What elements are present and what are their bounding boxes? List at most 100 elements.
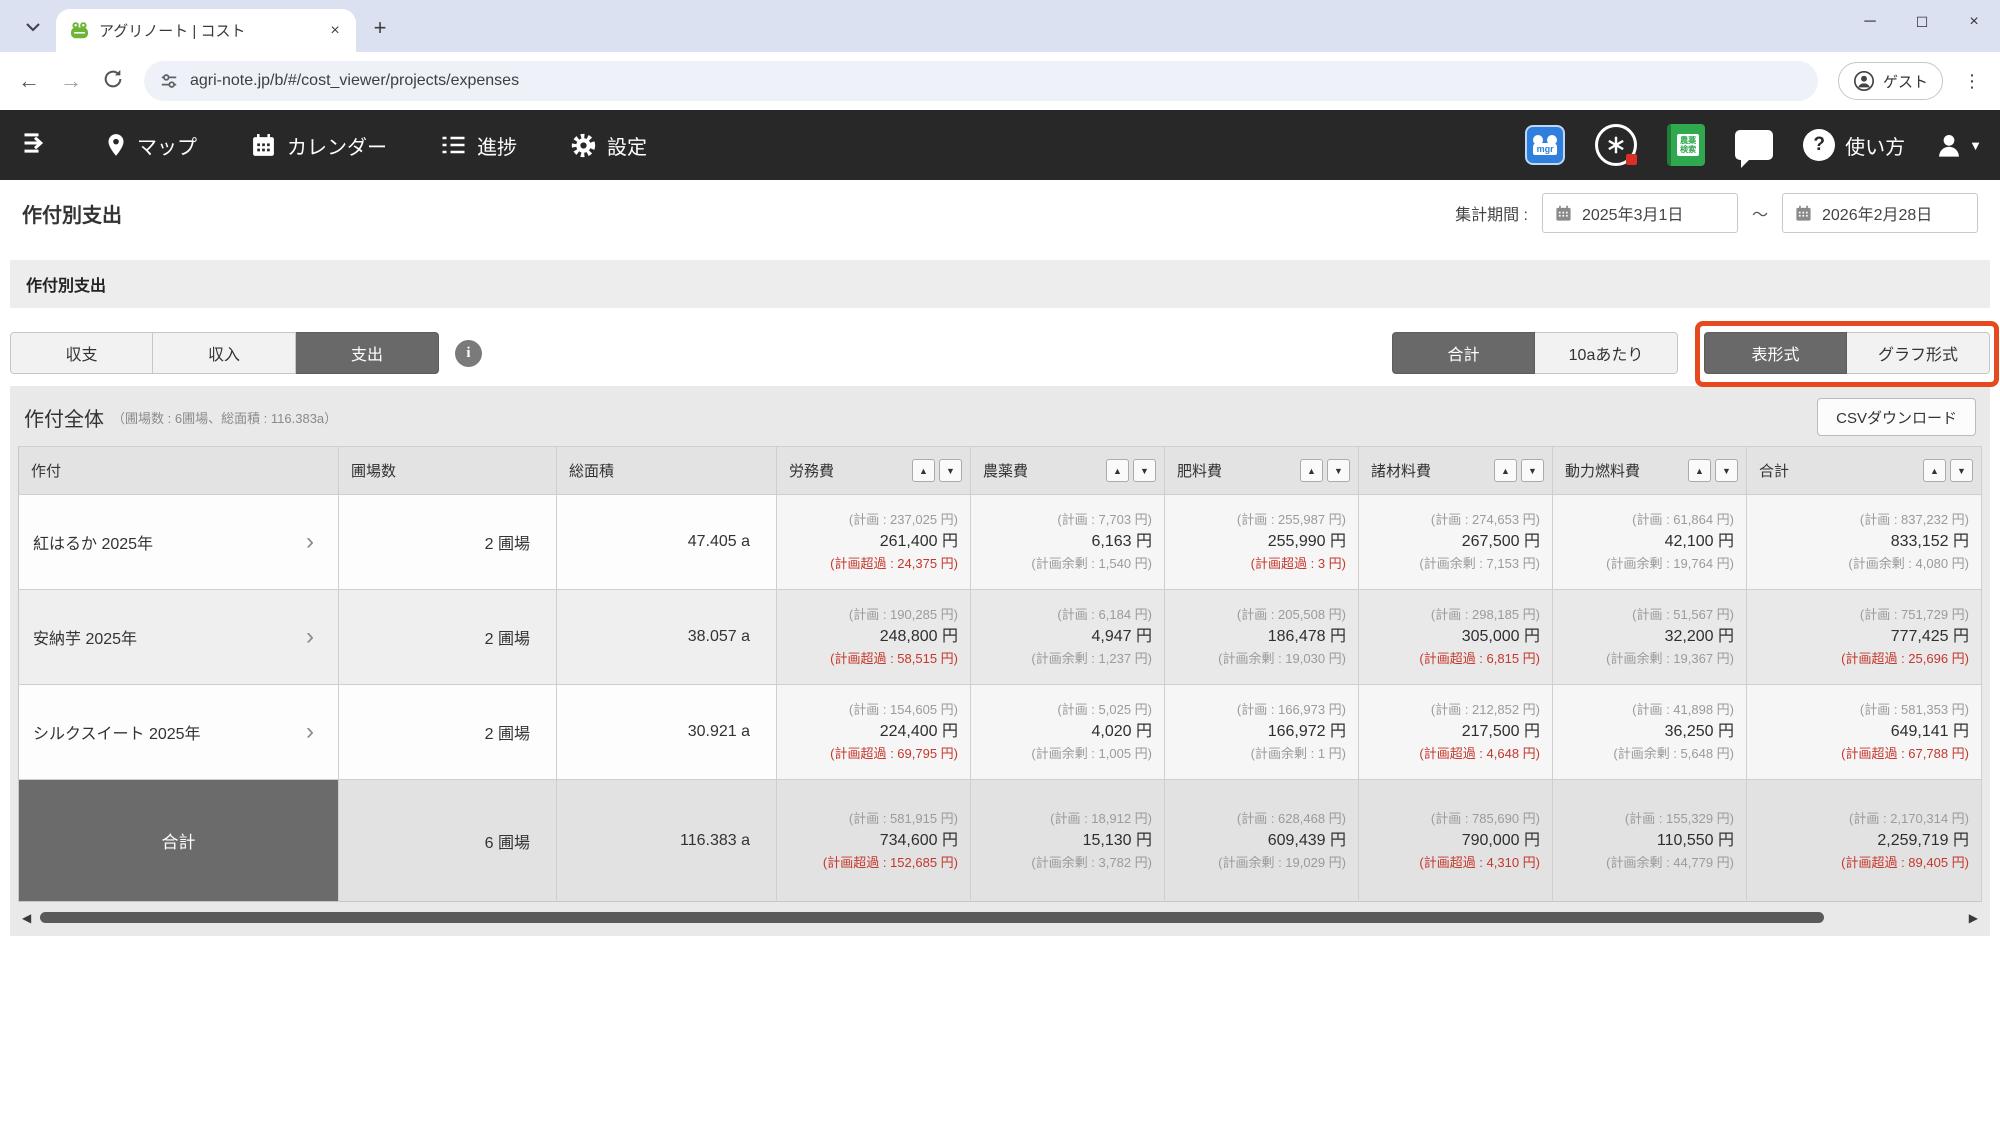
sort-desc-fertilizer-icon[interactable]: ▼	[1327, 459, 1350, 482]
scrollbar-thumb[interactable]	[40, 912, 1824, 923]
col-fuel: 動力燃料費 ▲ ▼	[1552, 446, 1747, 495]
col-fertilizer: 肥料費 ▲ ▼	[1164, 446, 1359, 495]
mode-toggle: 収支 収入 支出	[10, 332, 439, 374]
sort-asc-materials-icon[interactable]: ▲	[1494, 459, 1517, 482]
maximize-button[interactable]: ☐	[1896, 0, 1948, 44]
cost-cell: (計画 : 581,353 円) 649,141 円 (計画超過 : 67,788 …	[1746, 684, 1982, 780]
toggle-graph-format[interactable]: グラフ形式	[1847, 332, 1990, 374]
nav-item-settings[interactable]: 設定	[571, 131, 647, 160]
sort-desc-materials-icon[interactable]: ▼	[1521, 459, 1544, 482]
table-row: 紅はるか 2025年 › 2 圃場 47.405 a (計画 : 237,025 円) 2…	[18, 494, 1982, 590]
calendar-icon	[253, 133, 274, 156]
browser-tab[interactable]: アグリノート | コスト ×	[56, 9, 356, 52]
close-button[interactable]: ×	[1948, 0, 2000, 44]
frog-favicon	[71, 22, 88, 39]
tab-title: アグリノート | コスト	[99, 23, 246, 40]
user-icon	[1939, 134, 1960, 157]
crop-name-cell[interactable]: 安納芋 2025年 ›	[18, 589, 339, 685]
sort-desc-total-icon[interactable]: ▼	[1950, 459, 1973, 482]
nav-item-map[interactable]: マップ	[106, 131, 197, 160]
period-label: 集計期間 :	[1455, 207, 1528, 224]
cost-cell: (計画 : 166,973 円) 166,972 円 (計画余剰 : 1 円)	[1164, 684, 1359, 780]
summary-title: 作付全体	[24, 408, 104, 431]
help-button[interactable]: ? 使い方	[1803, 129, 1905, 161]
back-icon[interactable]: ←	[18, 68, 40, 94]
profile-button[interactable]: ゲスト	[1837, 62, 1943, 100]
col-area: 総面積	[556, 446, 777, 495]
forward-icon[interactable]: →	[60, 68, 82, 94]
sort-desc-fuel-icon[interactable]: ▼	[1715, 459, 1738, 482]
minimize-button[interactable]: ─	[1844, 0, 1896, 44]
caret-down-icon: ▼	[1969, 137, 1982, 153]
cost-cell: (計画 : 785,690 円) 790,000 円 (計画超過 : 4,310 円…	[1358, 779, 1553, 902]
scroll-right-icon[interactable]: ▶	[1969, 911, 1978, 925]
scroll-left-icon[interactable]: ◀	[22, 911, 31, 925]
sort-desc-pesticide-icon[interactable]: ▼	[1133, 459, 1156, 482]
tab-close-icon[interactable]: ×	[324, 20, 346, 42]
cost-cell: (計画 : 751,729 円) 777,425 円 (計画超過 : 25,696 …	[1746, 589, 1982, 685]
csv-download-button[interactable]: CSVダウンロード	[1817, 398, 1976, 436]
url-bar-row: ← → agri-note.jp/b/#/cost_viewer/project…	[0, 52, 2000, 110]
sidebar-expand-icon[interactable]	[18, 129, 52, 162]
help-label: 使い方	[1845, 136, 1906, 159]
reload-icon[interactable]	[102, 68, 124, 95]
user-menu[interactable]: ▼	[1935, 131, 1982, 159]
new-tab-button[interactable]: +	[364, 12, 396, 44]
view-toggle: 表形式 グラフ形式	[1704, 332, 1990, 374]
sort-asc-labor-icon[interactable]: ▲	[912, 459, 935, 482]
browser-window: アグリノート | コスト × + ─ ☐ × ← → agri-note.jp/…	[0, 0, 2000, 1125]
area-cell: 30.921 a	[556, 684, 777, 780]
rice-mark-icon[interactable]	[1595, 124, 1638, 166]
toggle-expense[interactable]: 支出	[296, 332, 439, 374]
chevron-right-icon: ›	[306, 623, 314, 650]
toggle-per-10a[interactable]: 10aあたり	[1535, 332, 1678, 374]
sort-desc-labor-icon[interactable]: ▼	[939, 459, 962, 482]
cost-cell: (計画 : 7,703 円) 6,163 円 (計画余剰 : 1,540 円)	[970, 494, 1165, 590]
col-labor: 労務費 ▲ ▼	[776, 446, 971, 495]
task-list-icon	[442, 136, 465, 154]
period-end-input[interactable]: 2026年2月28日	[1782, 193, 1978, 233]
info-icon[interactable]: i	[455, 339, 482, 367]
cost-cell: (計画 : 2,170,314 円) 2,259,719 円 (計画超過 : 89,…	[1746, 779, 1982, 902]
toggle-table-format[interactable]: 表形式	[1704, 332, 1847, 374]
cost-table: 作付 圃場数 総面積 労務費 ▲ ▼ 農薬費 ▲ ▼ 肥料費 ▲ ▼ 諸材料費 ▲ ▼ 動力燃料費 ▲ ▼ 合計 ▲ ▼…	[18, 446, 1982, 902]
cost-cell: (計画 : 837,232 円) 833,152 円 (計画余剰 : 4,080 円…	[1746, 494, 1982, 590]
col-total: 合計 ▲ ▼	[1746, 446, 1982, 495]
toggle-balance[interactable]: 収支	[10, 332, 153, 374]
crop-name-cell[interactable]: 紅はるか 2025年 ›	[18, 494, 339, 590]
cost-cell: (計画 : 237,025 円) 261,400 円 (計画超過 : 24,375 …	[776, 494, 971, 590]
area-cell: 38.057 a	[556, 589, 777, 685]
chat-icon[interactable]	[1735, 130, 1774, 168]
fields-cell: 2 圃場	[338, 684, 557, 780]
guest-label: ゲスト	[1882, 73, 1928, 91]
cost-panel: 作付全体 （圃場数 : 6圃場、総面積 : 116.383a） CSVダウンロー…	[10, 386, 1990, 936]
tab-search-button[interactable]	[16, 10, 50, 44]
calendar-icon	[1796, 205, 1811, 221]
toggles-row: 収支 収入 支出 i 合計 10aあたり 表形式 グラフ形式	[10, 321, 1999, 387]
url-field[interactable]: agri-note.jp/b/#/cost_viewer/projects/ex…	[144, 61, 1818, 101]
period-separator: 〜	[1751, 207, 1768, 224]
sort-asc-fertilizer-icon[interactable]: ▲	[1300, 459, 1323, 482]
nav-item-progress[interactable]: 進捗	[441, 131, 517, 160]
col-crop: 作付	[18, 446, 339, 495]
tab-strip: アグリノート | コスト × + ─ ☐ ×	[0, 0, 2000, 52]
section-title: 作付別支出	[26, 278, 107, 295]
crop-name-cell[interactable]: シルクスイート 2025年 ›	[18, 684, 339, 780]
col-pesticide: 農薬費 ▲ ▼	[970, 446, 1165, 495]
toggle-total[interactable]: 合計	[1392, 332, 1535, 374]
sort-asc-fuel-icon[interactable]: ▲	[1688, 459, 1711, 482]
horizontal-scrollbar[interactable]: ◀ ▶	[14, 908, 1986, 928]
browser-menu-icon[interactable]: ⋮	[1963, 71, 1982, 92]
area-cell: 116.383 a	[556, 779, 777, 902]
pesticide-search-icon[interactable]: 農薬 検索	[1667, 124, 1706, 166]
agrinote-mgr-icon[interactable]: mgr	[1525, 125, 1566, 165]
period-start-input[interactable]: 2025年3月1日	[1541, 193, 1738, 233]
sort-asc-total-icon[interactable]: ▲	[1923, 459, 1946, 482]
window-controls: ─ ☐ ×	[1844, 0, 2000, 44]
cost-cell: (計画 : 212,852 円) 217,500 円 (計画超過 : 4,648 円…	[1358, 684, 1553, 780]
toggle-income[interactable]: 収入	[153, 332, 296, 374]
section-title-bar: 作付別支出	[10, 260, 1990, 308]
sort-asc-pesticide-icon[interactable]: ▲	[1106, 459, 1129, 482]
summary-head: 作付全体 （圃場数 : 6圃場、総面積 : 116.383a） CSVダウンロー…	[10, 386, 1990, 446]
nav-item-calendar[interactable]: カレンダー	[251, 131, 387, 160]
